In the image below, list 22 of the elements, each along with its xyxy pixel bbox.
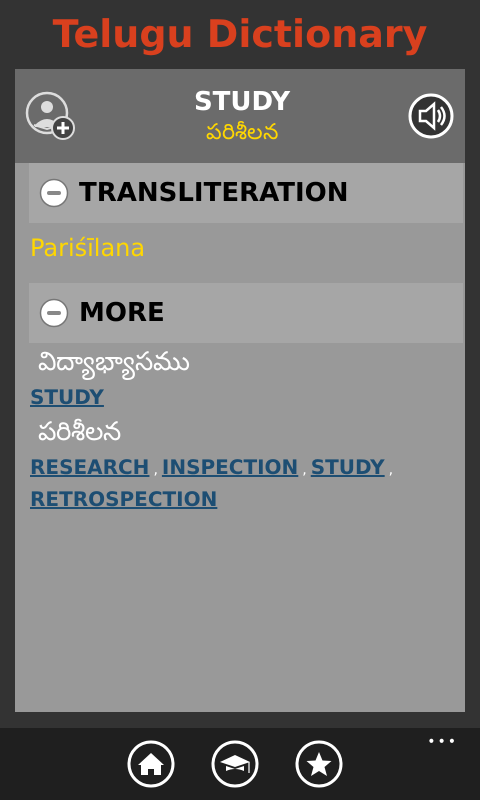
word-telugu: పరిశీలన [206,118,278,146]
add-reader-icon[interactable] [25,91,77,141]
word-link[interactable]: INSPECTION [162,451,298,483]
telugu-meaning: పరిశీలన [37,416,122,449]
section-title[interactable]: MORE [79,294,165,332]
collapse-icon[interactable] [39,298,69,328]
comma-separator: , [388,461,394,480]
comma-separator: , [153,461,158,480]
word-link[interactable]: STUDY [30,381,104,413]
speaker-icon[interactable] [407,92,455,140]
more-menu[interactable]: ••• [427,732,458,753]
word-link[interactable]: STUDY [310,451,385,483]
telugu-meaning: విద్యాభ్యాసము [30,343,450,381]
graduation-cap-icon[interactable] [211,740,259,788]
word-english: STUDY [194,86,290,118]
collapse-icon[interactable] [39,178,69,208]
word-link[interactable]: RETROSPECTION [30,483,218,515]
comma-separator: , [302,461,307,480]
home-icon[interactable] [127,740,175,788]
word-link[interactable]: RESEARCH [30,451,150,483]
transliteration-text: Pariśīlana [30,233,146,264]
app-title: Telugu Dictionary [52,11,428,58]
